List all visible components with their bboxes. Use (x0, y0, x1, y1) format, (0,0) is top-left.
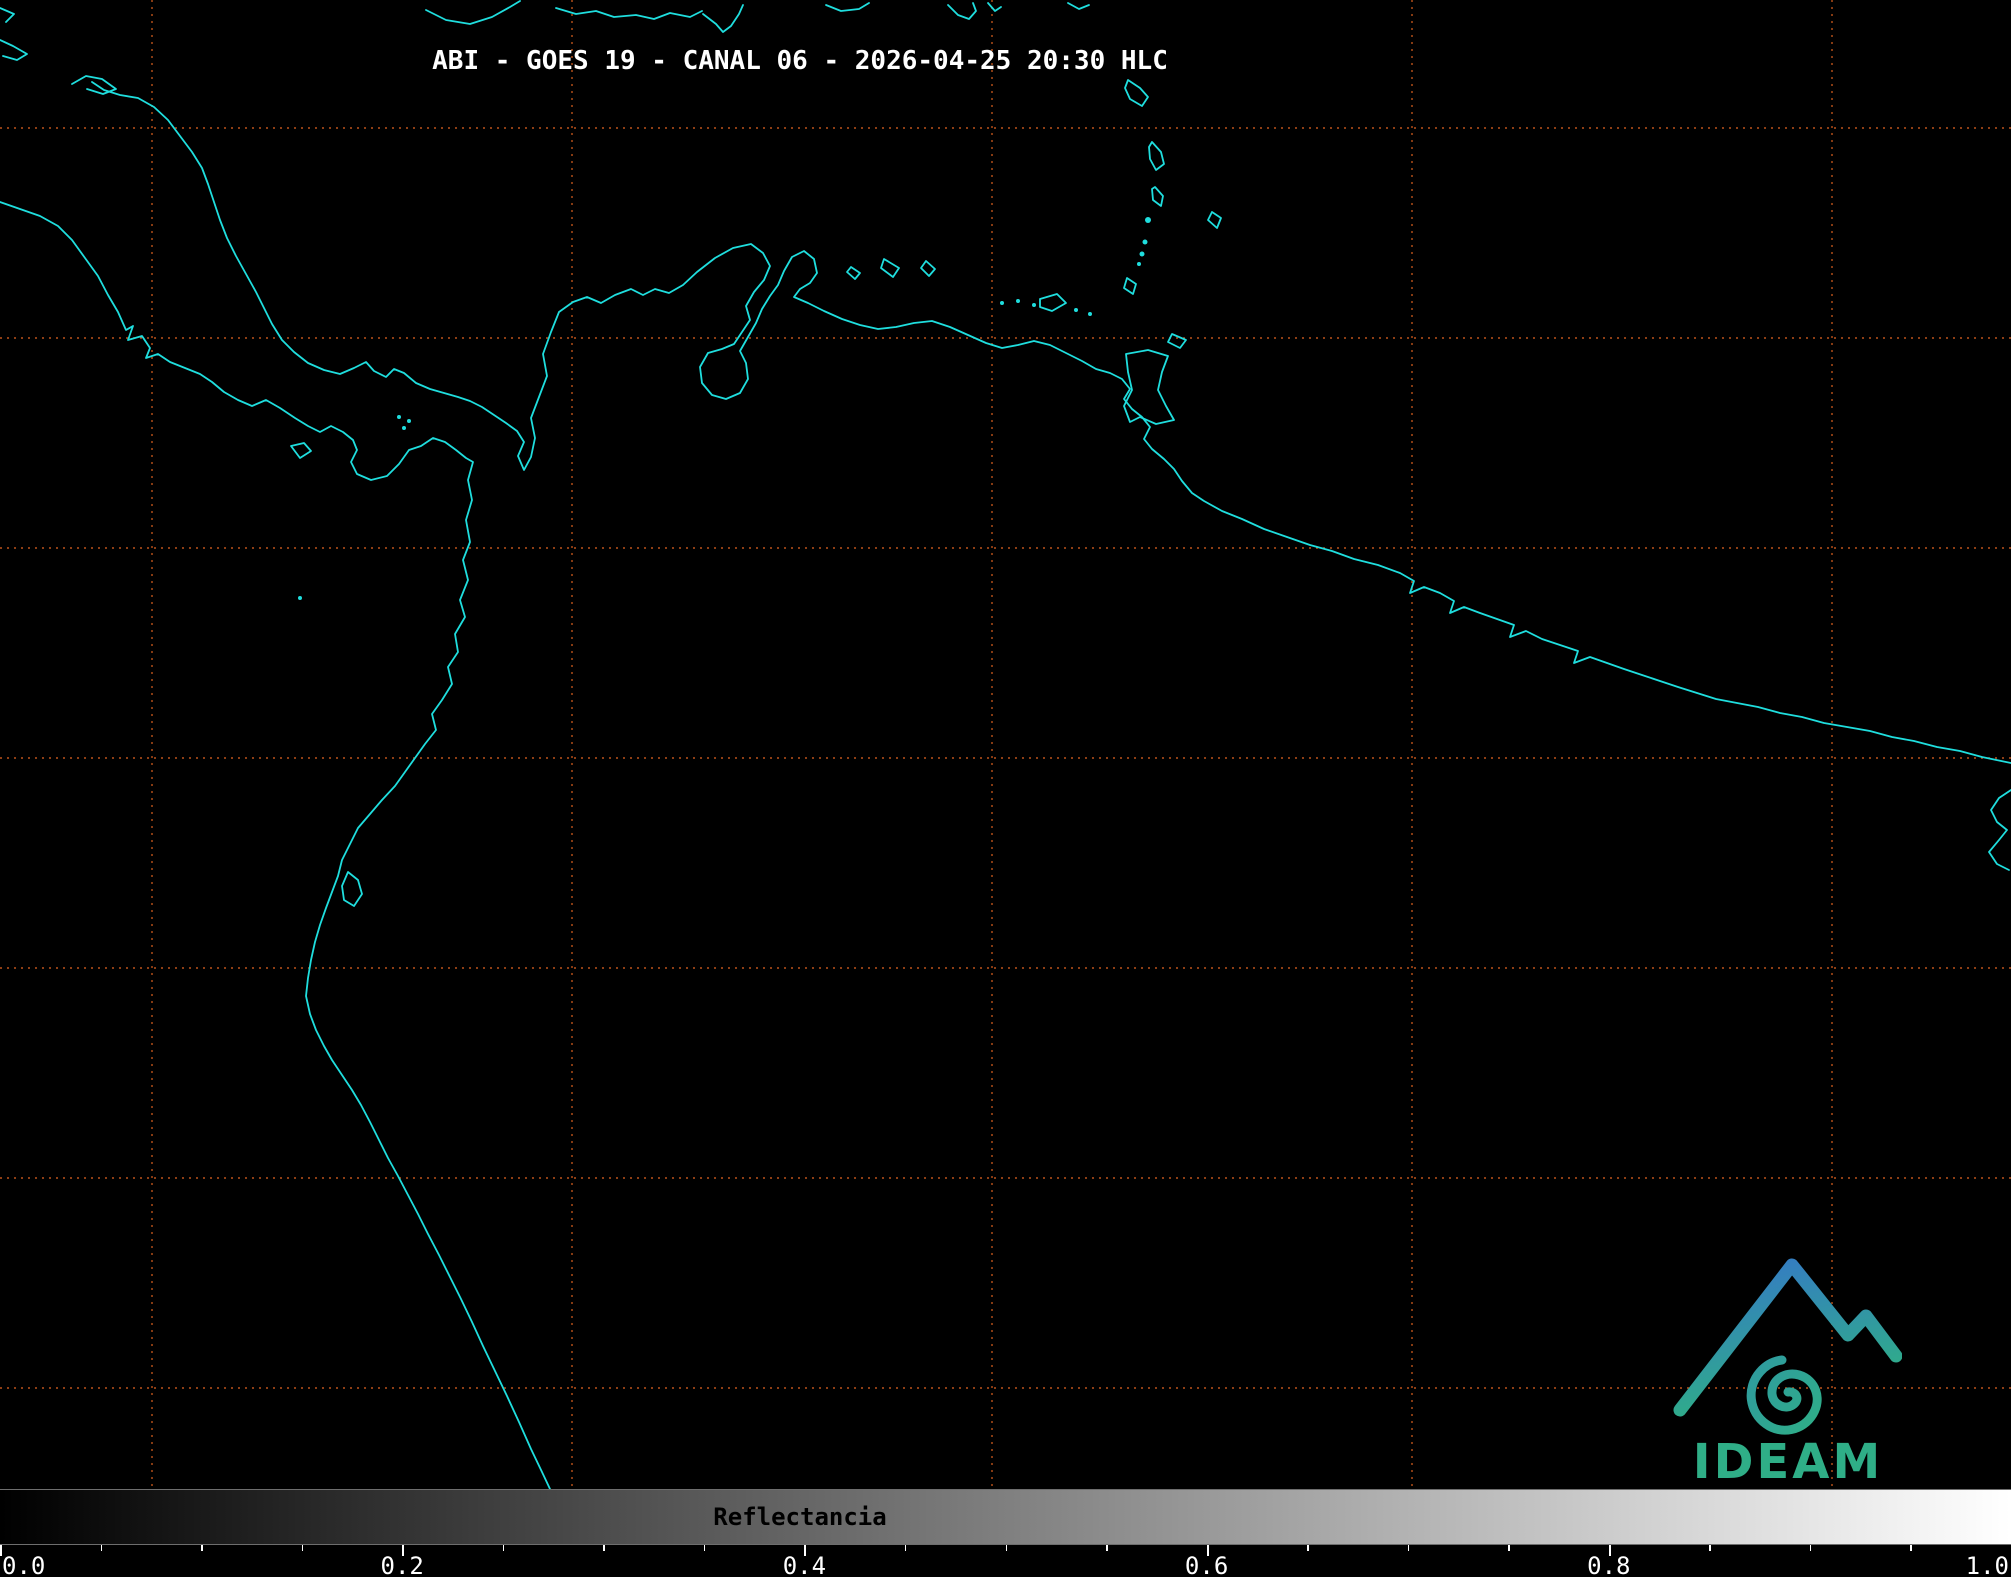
coast-fragment-top (702, 4, 744, 33)
colorbar-tick-label: 1.0 (1965, 1552, 2009, 1577)
island-grenada (1123, 277, 1137, 295)
island-curacao (880, 258, 900, 278)
colorbar-tick-label: 0.0 (2, 1552, 46, 1577)
colorbar: Reflectancia (0, 1489, 2011, 1545)
island-dot (407, 419, 411, 423)
colorbar-tick-label: 0.4 (782, 1552, 827, 1577)
coast-fragment-right (1988, 789, 2011, 871)
coastline-caribbean-south-america (91, 81, 2011, 764)
coast-fragment-top (947, 2, 977, 20)
ideam-logo-swirl (1746, 1355, 1822, 1435)
island-coiba (290, 442, 312, 459)
coast-fragment-top (555, 7, 703, 20)
island-margarita (1039, 293, 1067, 312)
coast-fragment-top (825, 2, 870, 12)
island-barbados (1207, 211, 1222, 229)
island-dot (397, 415, 401, 419)
colorbar-tick-label: 0.2 (380, 1552, 424, 1577)
island-trinidad (1123, 349, 1175, 425)
coast-fragment-top (425, 0, 521, 25)
island-antilles-dot (1137, 262, 1141, 266)
colorbar-axis: 0.0 0.2 0.4 0.6 0.8 1.0 (0, 1545, 2011, 1577)
island-antilles-dot (1142, 239, 1148, 245)
island-tobago (1167, 333, 1187, 349)
colorbar-label: Reflectancia (713, 1503, 887, 1531)
ideam-logo: IDEAM (1673, 1258, 1902, 1490)
colorbar-tick-labels: 0.0 0.2 0.4 0.6 0.8 1.0 (0, 1545, 2011, 1577)
island-dot (1088, 312, 1092, 316)
coastline-pacific-south-america (0, 201, 551, 1489)
island-dot (402, 426, 406, 430)
colorbar-tick-label: 0.6 (1184, 1552, 1229, 1577)
island-antilles-1 (1124, 79, 1149, 107)
image-title: ABI - GOES 19 - CANAL 06 - 2026-04-25 20… (432, 46, 1168, 76)
island-dot (1074, 308, 1078, 312)
island-antilles-3 (1151, 186, 1164, 207)
island-aruba (846, 266, 861, 280)
island-antilles-2 (1148, 141, 1165, 171)
island-dot (1032, 303, 1036, 307)
island-off-ecuador (341, 871, 363, 907)
ideam-logo-text: IDEAM (1693, 1434, 1883, 1490)
island-antilles-dot (1139, 251, 1145, 257)
coast-fragment-top-left (0, 39, 28, 61)
island-antilles-dot (1145, 217, 1151, 223)
colorbar-tick-label: 0.8 (1587, 1552, 1631, 1577)
satellite-image-viewer: ABI - GOES 19 - CANAL 06 - 2026-04-25 20… (0, 0, 2011, 1577)
coast-fragment-top-left (71, 75, 117, 95)
coast-fragment-top (987, 2, 1002, 12)
coast-fragment-top (1067, 2, 1090, 10)
island-dot (1016, 299, 1020, 303)
coast-fragment-top-left (0, 7, 15, 23)
island-dot (1000, 301, 1004, 305)
island-bonaire (920, 260, 936, 277)
island-dot (298, 596, 302, 600)
